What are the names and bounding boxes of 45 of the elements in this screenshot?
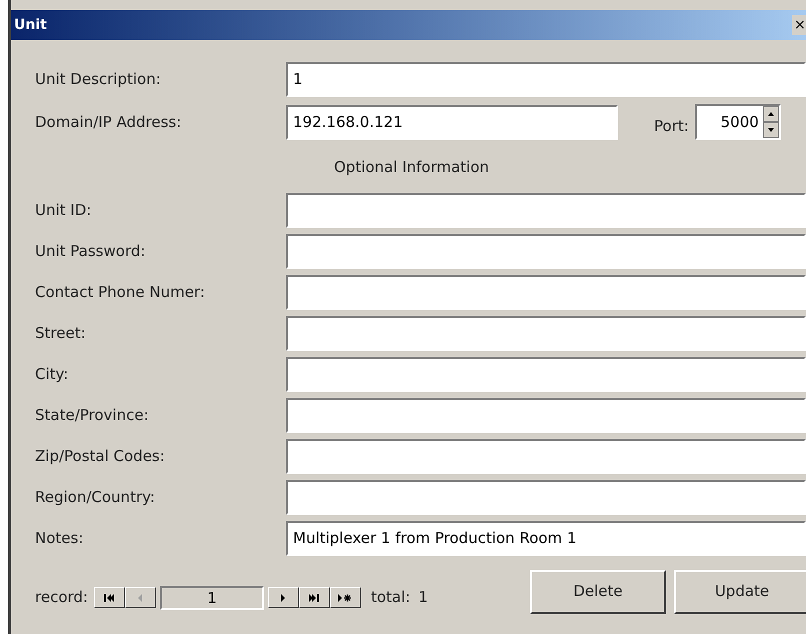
- new-record-icon: [338, 592, 352, 604]
- total-label: total:: [370, 587, 410, 608]
- window-title: Unit: [14, 16, 47, 34]
- text-field[interactable]: [286, 356, 806, 392]
- field-label: Port:: [654, 116, 689, 137]
- text-field[interactable]: [286, 274, 806, 310]
- field-label: Zip/Postal Codes:: [35, 446, 166, 467]
- delete-button[interactable]: Delete: [530, 570, 666, 614]
- first-record-icon: [102, 592, 116, 604]
- text-field[interactable]: 1: [286, 62, 806, 97]
- field-label: Contact Phone Numer:: [35, 282, 206, 303]
- port-spinner[interactable]: 5000: [694, 104, 781, 140]
- spin-down-button[interactable]: [762, 122, 779, 138]
- text-field[interactable]: 192.168.0.121: [286, 104, 618, 140]
- field-label: Unit ID:: [35, 200, 92, 221]
- section-title: Optional Information: [334, 157, 490, 178]
- up-arrow-icon: [768, 112, 774, 116]
- navigation-button[interactable]: [330, 587, 361, 608]
- text-field[interactable]: [286, 398, 806, 432]
- field-label: Notes:: [35, 528, 84, 549]
- field-label: City:: [35, 364, 70, 385]
- record-label: record:: [35, 587, 88, 608]
- text-field[interactable]: Multiplexer 1 from Production Room 1: [286, 520, 806, 556]
- update-button[interactable]: Update: [674, 570, 806, 614]
- port-value: 5000: [720, 112, 760, 133]
- text-field[interactable]: [286, 480, 806, 514]
- field-label: Unit Description:: [35, 69, 162, 90]
- field-label: Unit Password:: [35, 240, 146, 262]
- text-field[interactable]: [286, 192, 806, 228]
- text-field[interactable]: [286, 316, 806, 350]
- field-label: Domain/IP Address:: [35, 112, 182, 133]
- text-field[interactable]: [286, 234, 806, 268]
- navigation-button[interactable]: [268, 587, 299, 608]
- navigation-button[interactable]: [298, 587, 330, 608]
- close-button[interactable]: ×: [792, 15, 806, 35]
- navigation-button[interactable]: [94, 587, 125, 608]
- record-number-field[interactable]: 1: [160, 586, 264, 610]
- down-arrow-icon: [768, 128, 774, 132]
- spin-up-button[interactable]: [762, 106, 779, 122]
- total-count: 1: [418, 587, 428, 608]
- last-record-icon: [307, 592, 322, 604]
- text-field[interactable]: [286, 438, 806, 474]
- field-label: Street:: [35, 322, 87, 344]
- field-label: State/Province:: [35, 404, 150, 426]
- field-label: Region/Country:: [35, 486, 156, 508]
